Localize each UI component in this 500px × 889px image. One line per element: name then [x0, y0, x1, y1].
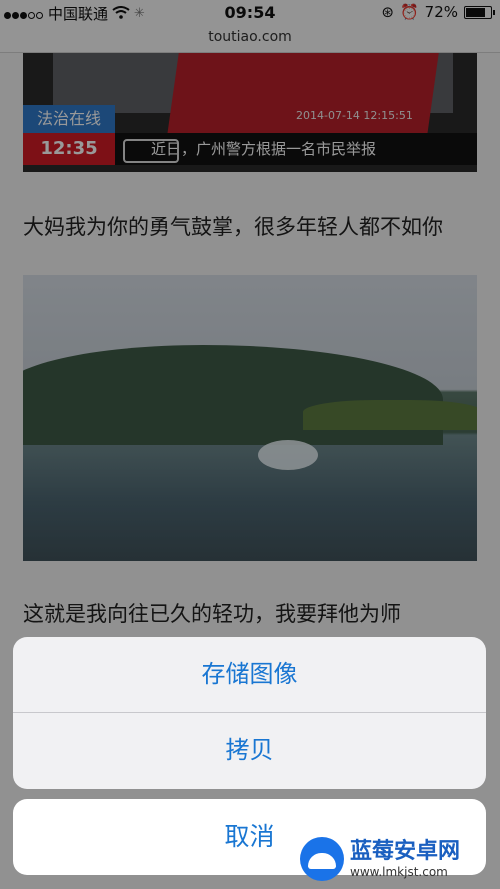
android-logo-icon [300, 837, 344, 881]
copy-button[interactable]: 拷贝 [13, 713, 486, 788]
watermark-title: 蓝莓安卓网 [350, 839, 461, 864]
site-watermark: 蓝莓安卓网 www.lmkjst.com [300, 831, 496, 887]
save-image-button[interactable]: 存储图像 [13, 637, 486, 712]
action-sheet: 存储图像 拷贝 [13, 637, 486, 789]
watermark-url: www.lmkjst.com [350, 865, 448, 879]
